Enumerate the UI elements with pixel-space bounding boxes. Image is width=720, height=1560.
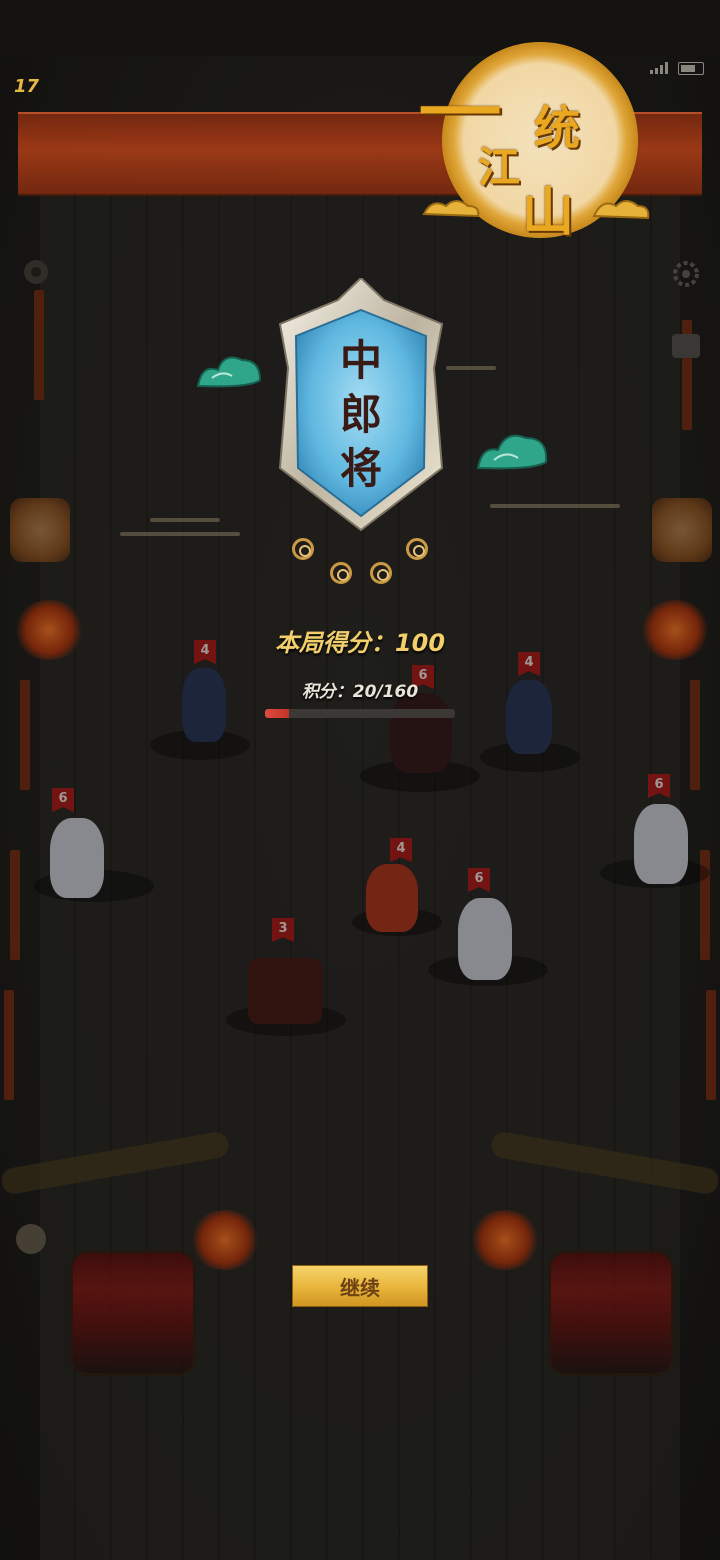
cloud-icon — [592, 200, 650, 220]
rank-title: 中 郎 将 — [274, 334, 448, 496]
battery-icon — [678, 62, 704, 75]
knot-ornament — [370, 562, 392, 584]
continue-button[interactable]: 继续 — [292, 1265, 428, 1307]
rank-plaque: 中 郎 将 — [274, 276, 448, 533]
round-score-label: 本局得分：100 — [274, 629, 446, 657]
cloud-icon — [196, 356, 262, 388]
rank-title-char: 郎 — [339, 390, 382, 439]
game-logo-emblem: 一 统 江 山 — [418, 42, 650, 243]
cloud-icon — [476, 434, 548, 470]
wisp-decoration — [490, 504, 620, 508]
points-progress-fill — [265, 709, 289, 718]
points-progress-bar — [265, 709, 455, 718]
emblem-char: 山 — [522, 182, 575, 243]
rank-title-char: 将 — [339, 444, 382, 493]
level-badge: 17 — [14, 76, 40, 97]
cloud-icon — [422, 200, 480, 218]
emblem-char: 江 — [478, 143, 521, 192]
emblem-char: 统 — [534, 101, 580, 155]
wisp-decoration — [446, 366, 496, 370]
wisp-decoration — [150, 518, 220, 522]
rank-title-char: 中 — [339, 336, 382, 385]
signal-icon — [650, 62, 668, 74]
knot-ornament — [292, 538, 314, 560]
knot-ornament — [406, 538, 428, 560]
knot-ornament — [330, 562, 352, 584]
wisp-decoration — [120, 532, 240, 536]
points-label: 积分：20/160 — [301, 682, 419, 702]
